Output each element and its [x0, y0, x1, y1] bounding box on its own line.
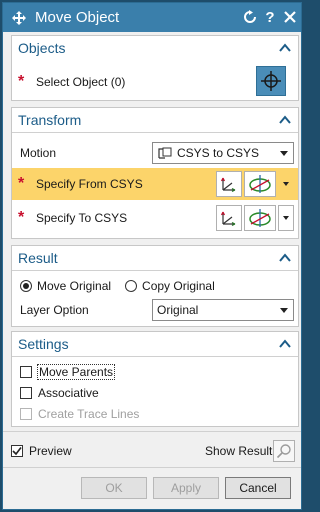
settings-section: Settings Move Parents Associative Create…: [11, 331, 299, 427]
associative-checkbox[interactable]: [20, 387, 32, 399]
copy-original-radio[interactable]: Copy Original: [125, 279, 215, 293]
chevron-down-icon: [280, 308, 288, 313]
chevron-up-icon[interactable]: [278, 41, 292, 55]
inferred-csys-icon: [249, 209, 271, 227]
to-csys-dialog-button[interactable]: [216, 205, 242, 231]
move-original-label: Move Original: [37, 279, 112, 293]
reset-icon[interactable]: [241, 8, 259, 26]
title-bar[interactable]: Move Object ?: [3, 3, 301, 32]
transform-section: Transform Motion CSYS to CSYS * Specify …: [11, 107, 299, 239]
motion-value: CSYS to CSYS: [177, 146, 260, 160]
move-parents-checkbox[interactable]: [20, 366, 32, 378]
layer-option-select[interactable]: Original: [152, 299, 294, 321]
cancel-button[interactable]: Cancel: [225, 477, 291, 499]
chevron-down-icon: [283, 216, 289, 220]
required-star-icon: *: [18, 209, 25, 226]
associative-row[interactable]: Associative: [12, 384, 298, 402]
to-csys-inferred-button[interactable]: [244, 205, 276, 231]
magnifier-icon: [276, 444, 291, 459]
divider: [3, 431, 301, 432]
result-section-title: Result: [18, 250, 58, 266]
create-trace-lines-checkbox[interactable]: [20, 408, 32, 420]
divider: [12, 356, 298, 357]
show-result-button[interactable]: [273, 440, 295, 462]
objects-section-title: Objects: [18, 40, 66, 56]
layer-option-value: Original: [157, 303, 199, 317]
ok-button[interactable]: OK: [81, 477, 147, 499]
select-object-button[interactable]: [256, 66, 286, 96]
objects-section: Objects * Select Object (0): [11, 35, 299, 101]
from-csys-inferred-button[interactable]: [244, 171, 276, 197]
chevron-up-icon[interactable]: [278, 337, 292, 351]
copy-original-label: Copy Original: [142, 279, 215, 293]
to-csys-dropdown[interactable]: [278, 205, 294, 231]
create-trace-lines-label: Create Trace Lines: [38, 407, 140, 421]
from-csys-dialog-button[interactable]: [216, 171, 242, 197]
checkmark-icon: [12, 447, 22, 456]
result-section: Result Move Original Copy Original Layer…: [11, 245, 299, 327]
divider: [3, 467, 301, 468]
transform-section-title: Transform: [18, 112, 82, 128]
associative-label: Associative: [38, 386, 99, 400]
required-star-icon: *: [18, 175, 25, 192]
result-options-row: Move Original Copy Original: [12, 277, 298, 295]
specify-to-csys-label: Specify To CSYS: [36, 211, 128, 225]
csys-dialog-icon: [220, 211, 236, 227]
close-icon[interactable]: [281, 8, 299, 26]
apply-button[interactable]: Apply: [153, 477, 219, 499]
chevron-down-icon: [280, 151, 288, 156]
preview-row[interactable]: Preview: [11, 441, 72, 461]
result-section-header[interactable]: Result: [12, 246, 298, 270]
select-object-label: Select Object (0): [36, 75, 126, 89]
dialog-title: Move Object: [35, 9, 120, 26]
preview-label: Preview: [29, 444, 72, 458]
show-result-label: Show Result: [205, 444, 273, 458]
radio-selected[interactable]: [20, 280, 32, 292]
move-object-app-icon: [10, 9, 28, 27]
motion-select[interactable]: CSYS to CSYS: [152, 142, 294, 164]
help-icon[interactable]: ?: [261, 8, 279, 26]
chevron-up-icon[interactable]: [278, 113, 292, 127]
radio-unselected[interactable]: [125, 280, 138, 292]
move-parents-row[interactable]: Move Parents: [12, 363, 298, 381]
settings-section-title: Settings: [18, 336, 69, 352]
move-original-radio[interactable]: Move Original: [20, 279, 111, 293]
csys-dialog-icon: [220, 177, 236, 193]
objects-section-header[interactable]: Objects: [12, 36, 298, 60]
layer-option-label: Layer Option: [20, 303, 89, 317]
divider: [12, 270, 298, 271]
required-star-icon: *: [18, 73, 25, 90]
transform-section-header[interactable]: Transform: [12, 108, 298, 132]
move-object-dialog: Move Object ? Objects * Select Object (0…: [2, 2, 302, 510]
from-csys-dropdown[interactable]: [278, 171, 294, 197]
chevron-up-icon[interactable]: [278, 251, 292, 265]
preview-checkbox[interactable]: [11, 445, 23, 457]
motion-label: Motion: [20, 146, 57, 160]
chevron-down-icon: [283, 182, 289, 186]
settings-section-header[interactable]: Settings: [12, 332, 298, 356]
inferred-csys-icon: [249, 175, 271, 193]
csys-to-csys-icon: [158, 147, 172, 159]
specify-from-csys-label: Specify From CSYS: [36, 177, 143, 191]
move-parents-label: Move Parents: [37, 364, 116, 380]
divider: [12, 132, 298, 133]
create-trace-lines-row: Create Trace Lines: [12, 405, 298, 423]
crosshair-icon: [261, 71, 281, 91]
